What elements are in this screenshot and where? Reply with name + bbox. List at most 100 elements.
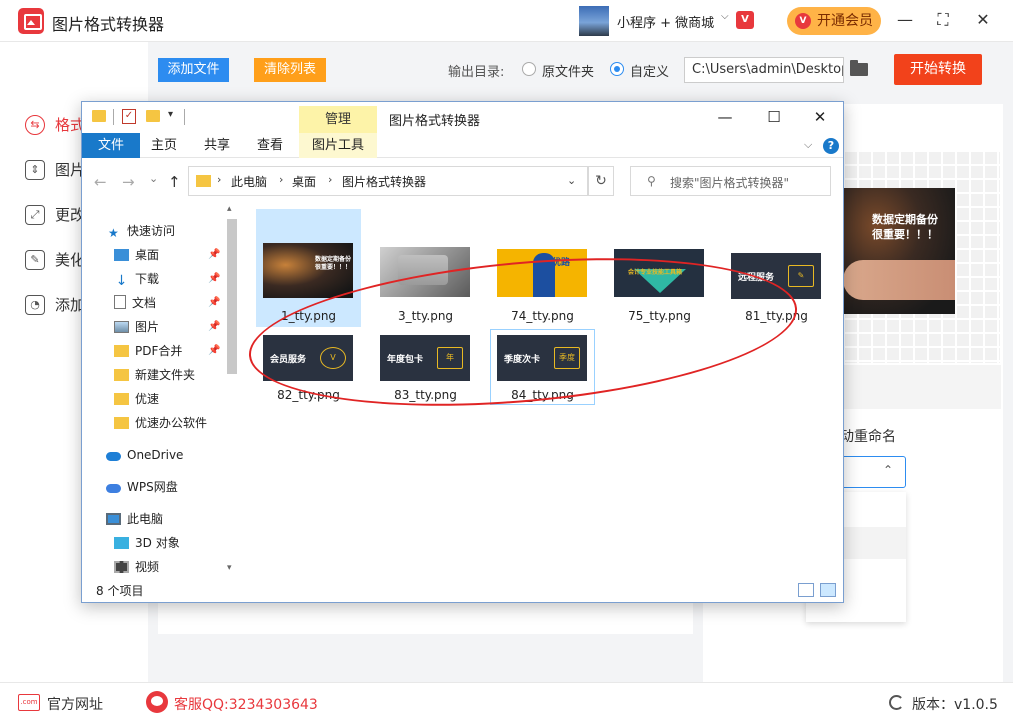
- ribbon-collapse-icon[interactable]: ⌵: [804, 138, 812, 152]
- clear-list-button[interactable]: 清除列表: [254, 58, 326, 82]
- nav-item-pictures[interactable]: 图片: [114, 316, 159, 338]
- nav-item-this-pc[interactable]: 此电脑: [106, 508, 163, 530]
- explorer-navbar: ← → ⌄ ↑ › 此电脑 › 桌面 › 图片格式转换器 ⌄ ↻ ⚲ 搜索"图片…: [82, 158, 843, 203]
- star-icon: ★: [108, 226, 119, 240]
- breadcrumb-desktop[interactable]: 桌面: [292, 173, 316, 190]
- output-path-input[interactable]: C:\Users\admin\Desktop: [684, 57, 844, 83]
- nav-item-documents[interactable]: 文档: [114, 292, 156, 314]
- sidebar-item-watermark[interactable]: ◔ 添加: [25, 292, 85, 318]
- divider: [184, 109, 185, 125]
- nav-item-label: OneDrive: [127, 448, 184, 462]
- sidebar-item-beautify[interactable]: ✎ 美化: [25, 247, 85, 273]
- sidebar-item-compress[interactable]: ⇕ 图片: [25, 157, 85, 183]
- refresh-icon[interactable]: [889, 695, 904, 710]
- nav-item-new-folder[interactable]: 新建文件夹: [114, 364, 195, 386]
- pin-icon[interactable]: 📌: [208, 273, 220, 284]
- tab-manage[interactable]: 管理: [299, 106, 377, 133]
- official-site-link[interactable]: 官方网址: [47, 694, 103, 714]
- nav-item-label: WPS网盘: [127, 480, 178, 494]
- refresh-button[interactable]: ↻: [588, 166, 614, 196]
- scrollbar-thumb[interactable]: [227, 219, 237, 374]
- nav-item-videos[interactable]: 视频: [114, 556, 159, 578]
- vip-badge: V: [736, 11, 754, 29]
- add-file-button[interactable]: 添加文件: [158, 58, 229, 82]
- nav-item-yousu[interactable]: 优速: [114, 388, 159, 410]
- nav-item-label: 3D 对象: [135, 536, 180, 550]
- sidebar-item-resize[interactable]: ⤢ 更改: [25, 202, 85, 228]
- open-vip-label: 开通会员: [817, 13, 873, 29]
- rename-label: 动重命名: [840, 429, 896, 445]
- folder-icon: [114, 345, 129, 357]
- maximize-button[interactable]: ⛶: [931, 9, 955, 33]
- nav-item-pdf-merge[interactable]: PDF合并: [114, 340, 182, 362]
- chevron-up-icon[interactable]: ⌃: [883, 463, 893, 477]
- convert-icon: ⇆: [25, 115, 45, 135]
- breadcrumb-current-folder[interactable]: 图片格式转换器: [342, 173, 426, 190]
- qq-service-link[interactable]: 客服QQ:3234303643: [174, 694, 318, 714]
- scroll-down-icon[interactable]: ▾: [227, 563, 232, 573]
- qq-icon: [146, 691, 168, 713]
- recent-locations-icon[interactable]: ⌄: [149, 172, 158, 185]
- app-footer: .com 官方网址 客服QQ:3234303643 版本：v1.0.5: [0, 682, 1013, 723]
- explorer-minimize-button[interactable]: —: [714, 107, 736, 127]
- video-icon: [114, 561, 129, 573]
- chevron-down-icon[interactable]: ⌵: [721, 11, 729, 22]
- nav-item-yousu-office[interactable]: 优速办公软件: [114, 412, 207, 434]
- back-arrow-icon[interactable]: ←: [94, 173, 107, 191]
- nav-item-wps-drive[interactable]: WPS网盘: [106, 476, 178, 498]
- nav-item-onedrive[interactable]: OneDrive: [106, 444, 183, 466]
- pin-icon[interactable]: 📌: [208, 345, 220, 356]
- forward-arrow-icon[interactable]: →: [122, 173, 135, 191]
- scroll-up-icon[interactable]: ▴: [227, 204, 232, 214]
- radio-custom[interactable]: [610, 62, 624, 76]
- settings-header: [843, 365, 1001, 409]
- address-bar[interactable]: › 此电脑 › 桌面 › 图片格式转换器 ⌄: [188, 166, 588, 196]
- address-history-icon[interactable]: ⌄: [567, 174, 576, 187]
- properties-icon[interactable]: ✓: [122, 109, 136, 124]
- computer-icon: [106, 513, 121, 525]
- version-text: 版本：v1.0.5: [912, 697, 998, 713]
- nav-item-3d-objects[interactable]: 3D 对象: [114, 532, 180, 554]
- tab-file[interactable]: 文件: [82, 133, 140, 158]
- user-avatar[interactable]: [579, 6, 609, 36]
- pin-icon[interactable]: 📌: [208, 297, 220, 308]
- customize-toolbar-icon[interactable]: ▾: [168, 109, 173, 120]
- compress-icon: ⇕: [25, 160, 45, 180]
- app-logo-icon: [18, 8, 44, 34]
- folder-icon[interactable]: [850, 60, 868, 76]
- open-vip-button[interactable]: V 开通会员: [787, 7, 881, 35]
- nav-item-label: 快速访问: [127, 224, 176, 238]
- folder-icon: [92, 110, 106, 122]
- nav-item-downloads[interactable]: ↓ 下载: [114, 268, 159, 290]
- desktop-icon: [114, 249, 129, 261]
- large-icons-view-icon[interactable]: [820, 583, 836, 597]
- start-convert-button[interactable]: 开始转换: [894, 54, 982, 85]
- details-view-icon[interactable]: [798, 583, 814, 597]
- radio-source-folder[interactable]: [522, 62, 536, 76]
- nav-item-label: 优速: [135, 392, 160, 406]
- sidebar-item-format[interactable]: ⇆ 格式: [25, 112, 85, 138]
- nav-item-quick-access[interactable]: ★ 快速访问: [108, 220, 175, 242]
- file-thumbnail[interactable]: 数据定期备份 很重要！！！: [263, 243, 353, 298]
- output-dir-label: 输出目录:: [448, 65, 505, 80]
- tab-image-tools[interactable]: 图片工具: [299, 133, 377, 158]
- tab-view[interactable]: 查看: [250, 133, 290, 158]
- new-folder-icon[interactable]: [146, 110, 160, 122]
- explorer-close-button[interactable]: ✕: [809, 107, 831, 127]
- pin-icon[interactable]: 📌: [208, 321, 220, 332]
- help-icon[interactable]: ?: [823, 138, 839, 154]
- user-name[interactable]: 小程序 + 微商城: [617, 12, 714, 31]
- tab-share[interactable]: 共享: [197, 133, 237, 158]
- explorer-titlebar: ✓ ▾ 管理 图片格式转换器 — ☐ ✕: [82, 102, 843, 133]
- up-arrow-icon[interactable]: ↑: [168, 173, 181, 191]
- search-input[interactable]: ⚲ 搜索"图片格式转换器": [630, 166, 831, 196]
- breadcrumb-this-pc[interactable]: 此电脑: [231, 173, 267, 190]
- beautify-icon: ✎: [25, 250, 45, 270]
- explorer-maximize-button[interactable]: ☐: [763, 107, 785, 127]
- pin-icon[interactable]: 📌: [208, 249, 220, 260]
- nav-item-desktop[interactable]: 桌面: [114, 244, 159, 266]
- nav-pane-scrollbar[interactable]: ▴ ▾: [224, 203, 240, 578]
- tab-home[interactable]: 主页: [144, 133, 184, 158]
- close-button[interactable]: ✕: [971, 9, 995, 33]
- minimize-button[interactable]: —: [893, 9, 917, 33]
